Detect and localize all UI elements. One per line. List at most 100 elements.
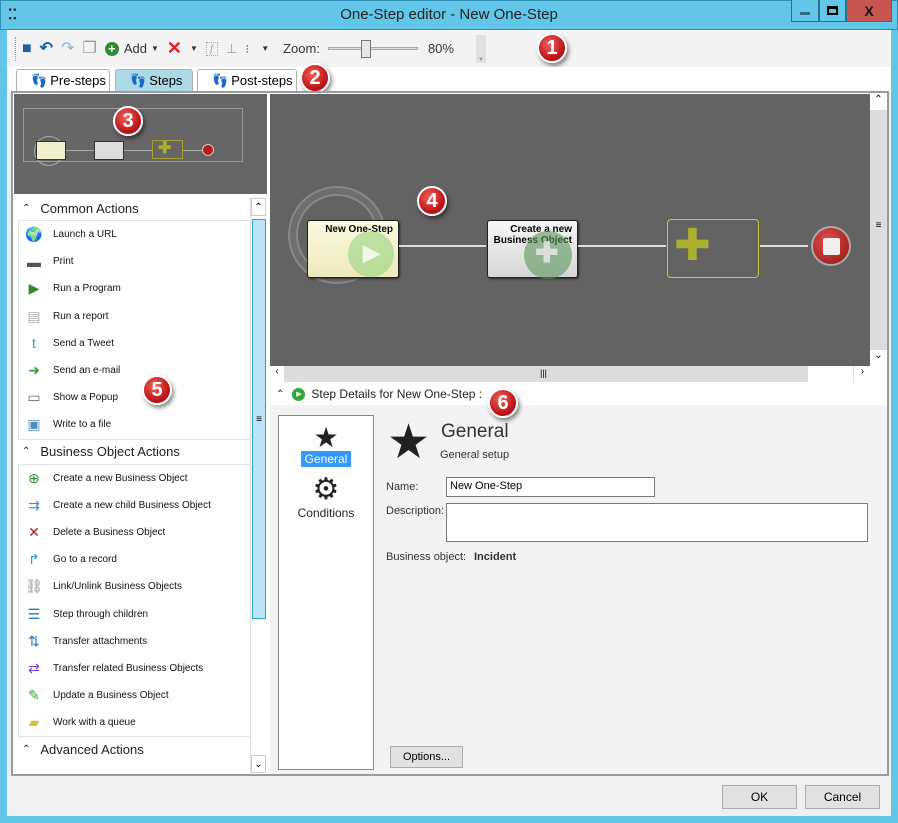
action-item[interactable]: ⇉ Create a new child Business Object xyxy=(19,492,262,519)
tab-post-steps[interactable]: 👣 Post-steps xyxy=(197,69,297,91)
transfer-related-icon: ⇄ xyxy=(28,659,40,676)
undo-button[interactable]: ↶ xyxy=(39,39,54,57)
copy-button[interactable]: ❐ xyxy=(82,40,96,57)
function-button[interactable]: ƒ xyxy=(205,41,219,56)
add-button[interactable]: + Add ▼ xyxy=(104,41,159,56)
action-item[interactable]: ✎ Update a Business Object xyxy=(19,682,262,709)
action-item[interactable]: t Send a Tweet xyxy=(19,330,262,357)
chevron-down-icon: ▼ xyxy=(261,44,270,53)
action-item[interactable]: 🌍 Launch a URL xyxy=(19,221,262,248)
footsteps-icon: 👣 xyxy=(130,72,147,88)
minimap-connector xyxy=(183,150,202,151)
action-node[interactable]: Create a new Business Object ✚ xyxy=(487,220,578,279)
action-item[interactable]: ▭ Show a Popup xyxy=(19,384,262,411)
action-item[interactable]: ⊕ Create a new Business Object xyxy=(19,465,262,492)
scroll-left-button[interactable]: ‹ xyxy=(270,366,284,382)
minimap-connector xyxy=(66,150,94,151)
hierarchy-button[interactable]: ⊥ xyxy=(226,41,237,57)
canvas-vertical-scrollbar[interactable]: ⌃ ≡ ⌄ xyxy=(870,94,887,366)
description-field[interactable] xyxy=(446,503,868,542)
action-item[interactable]: ▰ Work with a queue xyxy=(19,709,262,736)
minimap-add-node: ✚ xyxy=(152,140,183,159)
action-item[interactable]: ✕ Delete a Business Object xyxy=(19,519,262,546)
scroll-track[interactable] xyxy=(808,366,853,382)
scroll-down-button[interactable]: ⌄ xyxy=(870,350,887,366)
diagram-minimap[interactable]: ✚ xyxy=(14,94,267,194)
diagram-canvas[interactable]: New One-Step ▶ Create a new Business Obj… xyxy=(270,94,871,366)
undo-icon: ↶ xyxy=(39,39,54,57)
scroll-down-button[interactable]: ⌄ xyxy=(251,755,266,773)
chevron-down-icon: ▼ xyxy=(150,44,159,53)
tab-label: Post-steps xyxy=(231,73,293,88)
action-item[interactable]: ▬ Print xyxy=(19,248,262,275)
connector-arrow xyxy=(578,245,666,247)
details-sidebar: ★ General ⚙ Conditions xyxy=(278,415,374,770)
star-icon: ★ xyxy=(313,422,339,453)
start-node[interactable]: New One-Step ▶ xyxy=(307,220,399,278)
sidebar-item-general[interactable]: ★ General xyxy=(279,422,373,467)
footsteps-icon: 👣 xyxy=(31,72,48,88)
redo-button[interactable]: ↷ xyxy=(61,40,74,57)
section-title: Business Object Actions xyxy=(40,444,180,459)
connector-arrow xyxy=(399,245,486,247)
scroll-right-button[interactable]: › xyxy=(854,366,871,382)
transfer-icon: ⇅ xyxy=(28,632,40,649)
add-icon: + xyxy=(104,41,119,56)
tab-steps[interactable]: 👣 Steps xyxy=(115,69,193,91)
action-item[interactable]: ⇅ Transfer attachments xyxy=(19,628,262,655)
step-details-title: Step Details for New One-Step : xyxy=(311,387,483,401)
zoom-slider[interactable] xyxy=(327,40,418,58)
action-item[interactable]: ▶ Run a Program xyxy=(19,275,262,302)
action-item[interactable]: ➜ Send an e-mail xyxy=(19,357,262,384)
save-icon: ■ xyxy=(22,39,32,57)
add-step-node[interactable]: ✚ xyxy=(667,219,759,278)
action-item[interactable]: ☰ Step through children xyxy=(19,600,262,627)
x-icon: ✕ xyxy=(28,523,40,540)
scroll-thumb[interactable]: ||| xyxy=(540,368,547,378)
chevron-down-icon: ▼ xyxy=(189,44,198,53)
program-icon: ▶ xyxy=(28,280,40,297)
maximize-button[interactable] xyxy=(819,0,846,22)
minimize-button[interactable] xyxy=(791,0,819,22)
section-header[interactable]: ⌃ Advanced Actions xyxy=(14,737,267,761)
zoom-slider-thumb[interactable] xyxy=(360,40,371,58)
section-header[interactable]: ⌃ Business Object Actions xyxy=(14,440,267,464)
list-icon: ☰ xyxy=(27,605,41,622)
name-field[interactable]: New One-Step xyxy=(446,477,655,497)
end-node[interactable] xyxy=(811,226,851,266)
ok-button[interactable]: OK xyxy=(722,785,797,809)
floppy-icon: ▣ xyxy=(27,416,41,433)
toolbar-grip[interactable] xyxy=(15,36,16,61)
sidebar-item-conditions[interactable]: ⚙ Conditions xyxy=(279,474,373,521)
delete-button[interactable]: ✕ ▼ xyxy=(167,38,198,59)
cancel-button[interactable]: Cancel xyxy=(805,785,880,809)
action-item[interactable]: ↱ Go to a record xyxy=(19,546,262,573)
tab-label: Steps xyxy=(149,73,183,88)
tab-pre-steps[interactable]: 👣 Pre-steps xyxy=(16,69,110,91)
action-item[interactable]: ⇄ Transfer related Business Objects xyxy=(19,655,262,682)
canvas-horizontal-scrollbar[interactable]: ‹ ||| › xyxy=(270,366,871,382)
section-header[interactable]: ⌃ Common Actions xyxy=(14,196,267,220)
scroll-up-button[interactable]: ⌃ xyxy=(251,198,266,216)
toolbar-overflow[interactable]: ▼ xyxy=(475,34,486,63)
footsteps-icon: 👣 xyxy=(212,72,229,88)
close-button[interactable]: X xyxy=(846,0,892,22)
minimap-start-node xyxy=(36,141,66,160)
scroll-up-button[interactable]: ⌃ xyxy=(870,94,887,110)
action-item[interactable]: ⛓ Link/Unlink Business Objects xyxy=(19,573,262,600)
options-button[interactable]: Options... xyxy=(390,746,463,768)
popup-icon: ▭ xyxy=(27,389,41,406)
action-label: Transfer attachments xyxy=(53,635,148,647)
email-icon: ➜ xyxy=(28,362,40,379)
action-item[interactable]: ▤ Run a report xyxy=(19,303,262,330)
actions-scrollbar[interactable]: ⌃ ≡ ⌄ xyxy=(250,198,266,773)
twitter-icon: t xyxy=(32,335,36,352)
scroll-thumb[interactable]: ≡ xyxy=(252,219,266,619)
scroll-thumb[interactable]: ≡ xyxy=(870,220,887,231)
action-item[interactable]: ▣ Write to a file xyxy=(19,411,262,438)
action-label: Send a Tweet xyxy=(53,337,114,349)
step-details-header[interactable]: ⌃ ▶ Step Details for New One-Step : xyxy=(270,383,887,405)
save-button[interactable]: ■ xyxy=(22,39,32,57)
layout-button[interactable]: ⁝ ▼ xyxy=(245,42,269,56)
action-label: Go to a record xyxy=(53,554,117,566)
